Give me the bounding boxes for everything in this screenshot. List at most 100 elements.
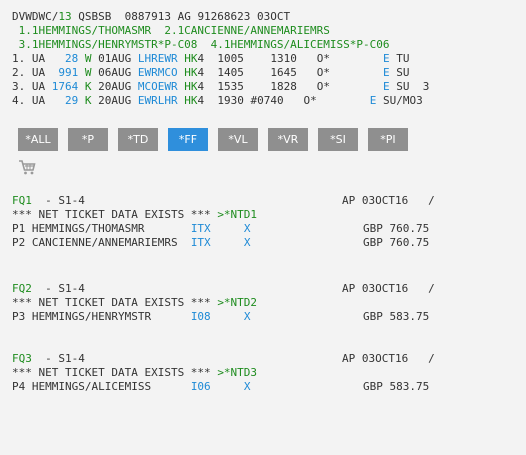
- toolbar-button-pi[interactable]: *PI: [368, 128, 408, 151]
- segment-status: HK: [184, 94, 198, 107]
- segment-number: 3.: [12, 80, 26, 93]
- flight-number[interactable]: 1764: [52, 80, 79, 93]
- segment-row: 1. UA 28 W 01AUG LHREWR HK4 1005 1310 O*…: [12, 52, 409, 66]
- segment-row: 2. UA 991 W 06AUG EWRMCO HK4 1405 1645 O…: [12, 66, 409, 80]
- segment-indicator: O*: [296, 52, 330, 65]
- fare-type-link[interactable]: ITX: [191, 222, 211, 235]
- fare-quote-header: FQ2 - S1-4: [12, 282, 352, 296]
- fare-type-link[interactable]: I06: [191, 380, 211, 393]
- departure-time: 1535: [204, 80, 244, 93]
- net-ticket-link[interactable]: >*NTD3: [217, 366, 257, 379]
- net-ticket-link[interactable]: >*NTD2: [217, 296, 257, 309]
- passenger-name: P3 HEMMINGS/HENRYMSTR: [12, 310, 191, 323]
- segment-number: 2.: [12, 66, 26, 79]
- booking-class: K: [84, 80, 92, 93]
- arrival-time: #0740: [243, 94, 284, 107]
- flight-number[interactable]: 28: [52, 52, 78, 65]
- fare-quote-advance-purchase: AP 03OCT16 /: [342, 282, 435, 295]
- toolbar-button-vl[interactable]: *VL: [218, 128, 258, 151]
- fare-quote-header: FQ1 - S1-4: [12, 194, 352, 208]
- fare-passenger-row: P1 HEMMINGS/THOMASMR ITX X: [12, 222, 250, 236]
- fare-passenger-row: P3 HEMMINGS/HENRYMSTR I08 X: [12, 310, 250, 324]
- net-ticket-text: *** NET TICKET DATA EXISTS ***: [12, 296, 218, 309]
- fare-x-link[interactable]: X: [244, 222, 251, 235]
- city-pair[interactable]: EWRMCO: [138, 66, 178, 79]
- arrival-time: 1645: [243, 66, 297, 79]
- day-info: SU/MO3: [376, 94, 423, 107]
- segment-status: HK: [184, 66, 198, 79]
- passenger-name: P2 CANCIENNE/ANNEMARIEMRS: [12, 236, 191, 249]
- day-info: TU: [389, 52, 410, 65]
- agent-link[interactable]: 13: [58, 10, 71, 23]
- segment-number: 1.: [12, 52, 26, 65]
- fare-amount: GBP 583.75: [363, 310, 430, 323]
- departure-time: 1005: [204, 52, 244, 65]
- segment-indicator: O*: [296, 66, 330, 79]
- toolbar-button-all[interactable]: *ALL: [18, 128, 58, 151]
- fare-type-link[interactable]: I08: [191, 310, 211, 323]
- net-ticket-text: *** NET TICKET DATA EXISTS ***: [12, 208, 218, 221]
- flight-number[interactable]: 991: [52, 66, 78, 79]
- departure-time: 1930: [204, 94, 244, 107]
- segment-row: 3. UA 1764 K 20AUG MCOEWR HK4 1535 1828 …: [12, 80, 429, 94]
- segment-status: HK: [184, 52, 198, 65]
- fare-amount: GBP 760.75: [363, 222, 430, 235]
- carrier-code: UA: [31, 80, 46, 93]
- arrival-time: 1828: [243, 80, 297, 93]
- fare-quote-header: FQ3 - S1-4: [12, 352, 352, 366]
- segment-number: 4.: [12, 94, 26, 107]
- net-ticket-text: *** NET TICKET DATA EXISTS ***: [12, 366, 218, 379]
- fare-quote-segments: - S1-4: [31, 282, 85, 295]
- booking-class: W: [84, 66, 92, 79]
- fare-amount: GBP 760.75: [363, 236, 430, 249]
- city-pair[interactable]: MCOEWR: [138, 80, 178, 93]
- passenger-name: P4 HEMMINGS/ALICEMISS: [12, 380, 191, 393]
- booking-class: K: [84, 94, 92, 107]
- net-ticket-line: *** NET TICKET DATA EXISTS *** >*NTD2: [12, 296, 257, 310]
- passenger-names-line-1: 1.1HEMMINGS/THOMASMR 2.1CANCIENNE/ANNEMA…: [12, 24, 330, 37]
- fare-quote-advance-purchase: AP 03OCT16 /: [342, 194, 435, 207]
- flight-date: 20AUG: [98, 94, 132, 107]
- segment-status: HK: [184, 80, 198, 93]
- fare-type-link[interactable]: ITX: [191, 236, 211, 249]
- flight-date: 20AUG: [98, 80, 132, 93]
- passenger-names-line-2: 3.1HEMMINGS/HENRYMSTR*P-C08 4.1HEMMINGS/…: [12, 38, 390, 51]
- toolbar-button-td[interactable]: *TD: [118, 128, 158, 151]
- eticket-flag[interactable]: E: [383, 66, 390, 79]
- pnr-header: DVWDWC/13 QSBSB 0887913 AG 91268623 03OC…: [12, 10, 290, 24]
- booking-class: W: [84, 52, 92, 65]
- city-pair[interactable]: LHREWR: [138, 52, 178, 65]
- shopping-cart-icon[interactable]: [18, 158, 36, 176]
- fare-amount: GBP 583.75: [363, 380, 430, 393]
- carrier-code: UA: [31, 66, 46, 79]
- fare-passenger-row: P2 CANCIENNE/ANNEMARIEMRS ITX X: [12, 236, 250, 250]
- fare-quote-segments: - S1-4: [31, 194, 85, 207]
- fare-passenger-row: P4 HEMMINGS/ALICEMISS I06 X: [12, 380, 250, 394]
- departure-time: 1405: [204, 66, 244, 79]
- net-ticket-line: *** NET TICKET DATA EXISTS *** >*NTD3: [12, 366, 257, 380]
- fare-x-link[interactable]: X: [244, 236, 251, 249]
- header-rest: QSBSB 0887913 AG 91268623 03OCT: [71, 10, 291, 23]
- fare-x-link[interactable]: X: [244, 380, 251, 393]
- fare-quote-advance-purchase: AP 03OCT16 /: [342, 352, 435, 365]
- toolbar-button-ff[interactable]: *FF: [168, 128, 208, 151]
- net-ticket-line: *** NET TICKET DATA EXISTS *** >*NTD1: [12, 208, 257, 222]
- flight-number[interactable]: 29: [52, 94, 78, 107]
- toolbar-button-si[interactable]: *SI: [318, 128, 358, 151]
- net-ticket-link[interactable]: >*NTD1: [217, 208, 257, 221]
- fare-x-link[interactable]: X: [244, 310, 251, 323]
- fare-quote-link[interactable]: FQ3: [12, 352, 32, 365]
- flight-date: 06AUG: [98, 66, 132, 79]
- passenger-name: P1 HEMMINGS/THOMASMR: [12, 222, 191, 235]
- eticket-flag[interactable]: E: [383, 80, 390, 93]
- fare-quote-link[interactable]: FQ1: [12, 194, 32, 207]
- header-prefix: DVWDWC/: [12, 10, 59, 23]
- toolbar-button-p[interactable]: *P: [68, 128, 108, 151]
- city-pair[interactable]: EWRLHR: [138, 94, 178, 107]
- fare-quote-link[interactable]: FQ2: [12, 282, 32, 295]
- eticket-flag[interactable]: E: [383, 52, 390, 65]
- toolbar-button-vr[interactable]: *VR: [268, 128, 308, 151]
- arrival-time: 1310: [243, 52, 297, 65]
- day-info: SU 3: [389, 80, 430, 93]
- segment-row: 4. UA 29 K 20AUG EWRLHR HK4 1930 #0740 O…: [12, 94, 423, 108]
